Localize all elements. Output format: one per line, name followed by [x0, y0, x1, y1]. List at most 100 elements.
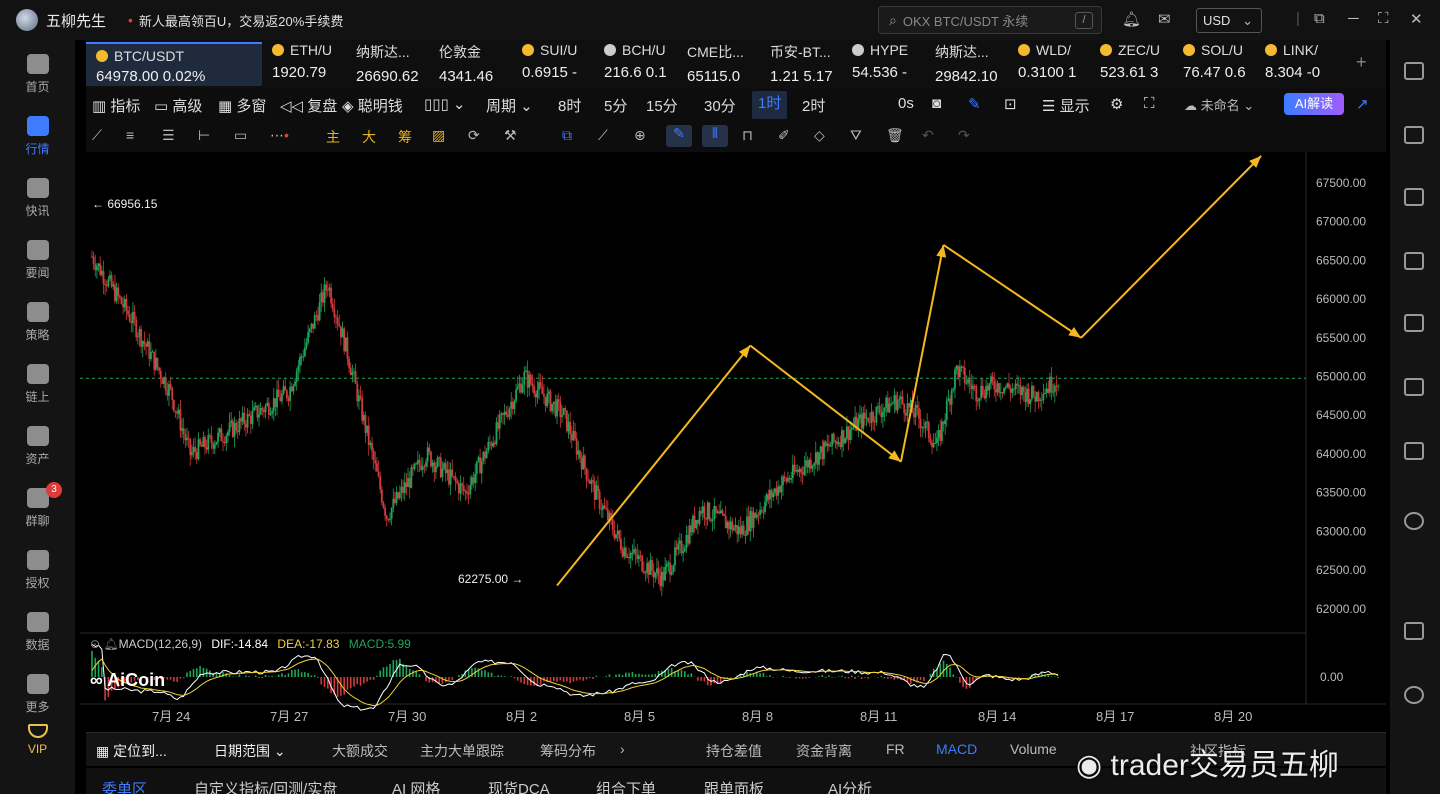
nav-news-flash[interactable]: 快讯: [0, 178, 75, 219]
ticker-item[interactable]: HYPE 54.536 -: [852, 42, 928, 86]
parallel-tool-icon[interactable]: ☰: [162, 127, 175, 144]
hline-tool-icon[interactable]: ≡: [126, 127, 134, 143]
nav-vip[interactable]: VIP: [0, 724, 75, 756]
bell-icon[interactable]: 🔔︎: [1122, 10, 1141, 28]
nav-home[interactable]: 首页: [0, 54, 75, 95]
ai-interpret-button[interactable]: AI解读: [1284, 93, 1344, 115]
edit-icon[interactable]: ✐: [778, 127, 790, 144]
tab-position-diff[interactable]: 持仓差值: [706, 741, 762, 761]
maximize-icon[interactable]: ⛶: [1378, 10, 1389, 27]
ticker-item[interactable]: 伦敦金 4341.46: [439, 42, 515, 86]
fullscreen-icon[interactable]: ⛶: [1144, 95, 1155, 112]
list-icon[interactable]: [1404, 62, 1424, 80]
ticker-item[interactable]: ETH/U 1920.79: [272, 42, 348, 86]
etf-icon[interactable]: [1404, 378, 1424, 396]
eraser-icon[interactable]: ◇: [814, 127, 825, 144]
period-1h[interactable]: 1时: [752, 91, 788, 119]
chevron-icon[interactable]: ⊙: [90, 637, 100, 651]
main-force-tool[interactable]: 主: [326, 127, 340, 147]
ticker-item[interactable]: LINK/8.304 -0: [1265, 42, 1341, 86]
minimize-icon[interactable]: ─: [1348, 10, 1359, 27]
tab-fund-divergence[interactable]: 资金背离: [796, 741, 852, 761]
settings-icon[interactable]: ⚙: [1110, 95, 1123, 113]
bell-icon[interactable]: 🔔︎: [103, 637, 118, 651]
filter-icon[interactable]: ⛛: [850, 127, 862, 144]
dollar-icon[interactable]: [1404, 188, 1424, 206]
pattern-tool-icon[interactable]: ▨: [432, 127, 445, 144]
tab-custom-indicators[interactable]: 自定义指标/回测/实盘: [194, 778, 337, 794]
copy-tool-icon[interactable]: ⧉: [562, 127, 572, 144]
headset-icon[interactable]: [1404, 686, 1424, 704]
tab-combo-order[interactable]: 组合下单: [596, 778, 656, 794]
nav-authorize[interactable]: 授权: [0, 550, 75, 591]
more-tools-icon[interactable]: ⋯•: [270, 127, 289, 144]
multi-window-button[interactable]: ▦ 多窗: [218, 95, 266, 116]
period-15m[interactable]: 15分: [646, 95, 678, 116]
draw-active-icon[interactable]: ✎: [666, 125, 692, 147]
external-window-icon[interactable]: ⧉: [1314, 10, 1325, 27]
nav-strategy[interactable]: 策略: [0, 302, 75, 343]
tab-order-area[interactable]: 委单区: [102, 778, 147, 794]
robot-icon[interactable]: [1404, 442, 1424, 460]
camera-icon[interactable]: ◙: [932, 95, 941, 112]
ruler-tool-icon[interactable]: ⟋: [598, 127, 608, 144]
rectangle-tool-icon[interactable]: ▭: [234, 127, 247, 144]
ticker-item[interactable]: SOL/U 76.47 0.6: [1183, 42, 1259, 86]
trash-icon[interactable]: 🗑︎: [886, 127, 904, 144]
ticker-item[interactable]: WLD/0.3100 1: [1018, 42, 1094, 86]
nav-onchain[interactable]: 链上: [0, 364, 75, 405]
ticker-item[interactable]: 纳斯达... 29842.10: [935, 42, 1011, 86]
ticker-item[interactable]: CME比... 65115.0: [687, 42, 763, 86]
ticker-item[interactable]: SUI/U 0.6915 -: [522, 42, 598, 86]
undo-icon[interactable]: ↶: [922, 127, 934, 144]
date-range-select[interactable]: 日期范围 ⌄: [214, 741, 286, 761]
period-30m[interactable]: 30分: [704, 95, 736, 116]
trend-icon[interactable]: [1404, 252, 1424, 270]
nav-data[interactable]: 数据: [0, 612, 75, 653]
ticker-item-btc[interactable]: BTC/USDT 64978.00 0.02%: [86, 42, 262, 86]
currency-select[interactable]: USD ⌄: [1196, 8, 1262, 33]
split-view-icon[interactable]: [1404, 622, 1424, 640]
magic-tool-icon[interactable]: ⚒: [504, 127, 517, 144]
close-icon[interactable]: ✕: [1410, 10, 1423, 28]
ticker-item[interactable]: BCH/U 216.6 0.1: [604, 42, 680, 86]
tab-ai-analysis[interactable]: AI分析: [828, 778, 872, 794]
nav-assets[interactable]: 资产: [0, 426, 75, 467]
display-button[interactable]: ☰ 显示: [1042, 95, 1090, 116]
tab-chip-distribution[interactable]: 筹码分布: [540, 741, 596, 761]
tab-funding-rate[interactable]: FR: [886, 741, 905, 757]
document-icon[interactable]: [1404, 126, 1424, 144]
zoom-tool-icon[interactable]: ⊕: [634, 127, 646, 144]
tab-main-order-tracking[interactable]: 主力大单跟踪: [420, 741, 504, 761]
redo-icon[interactable]: ↷: [958, 127, 970, 144]
nav-headlines[interactable]: 要闻: [0, 240, 75, 281]
chart-type-select[interactable]: ▯▯▯ ⌄: [424, 95, 466, 113]
nav-chat[interactable]: 群聊 3: [0, 482, 75, 529]
large-order-tool[interactable]: 大: [362, 127, 376, 147]
advanced-button[interactable]: ▭ 高级: [154, 95, 202, 116]
period-2h[interactable]: 2时: [802, 95, 825, 116]
chart-panel-icon[interactable]: [1404, 314, 1424, 332]
locate-button[interactable]: ▦ 定位到...: [96, 741, 167, 761]
smart-money-button[interactable]: ◈ 聪明钱: [342, 95, 403, 116]
sync-tool-icon[interactable]: ⟳: [468, 127, 480, 144]
tab-macd[interactable]: MACD: [936, 741, 977, 757]
nav-more[interactable]: 更多: [0, 674, 75, 715]
period-select[interactable]: 周期 ⌄: [486, 95, 533, 116]
ray-tool-icon[interactable]: ⊢: [198, 127, 210, 144]
replay-button[interactable]: ◁◁ 复盘: [280, 95, 337, 116]
ticker-item[interactable]: 币安-BT... 1.21 5.17: [770, 42, 846, 86]
mail-icon[interactable]: ✉: [1158, 10, 1171, 28]
period-8h[interactable]: 8时: [558, 95, 581, 116]
share-icon[interactable]: ↗: [1356, 95, 1369, 113]
add-ticker-icon[interactable]: +: [1356, 52, 1367, 73]
tab-spot-dca[interactable]: 现货DCA: [488, 778, 550, 794]
layout-name-select[interactable]: ☁ 未命名 ⌄: [1184, 95, 1254, 114]
magnet-icon[interactable]: ⫴: [702, 125, 728, 147]
nav-market[interactable]: 行情: [0, 116, 75, 157]
tab-ai-grid[interactable]: AI 网格: [392, 778, 440, 794]
chips-tool[interactable]: 筹: [398, 127, 412, 147]
ticker-item[interactable]: ZEC/U 523.61 3: [1100, 42, 1176, 86]
tab-volume[interactable]: Volume: [1010, 741, 1057, 757]
period-5m[interactable]: 5分: [604, 95, 627, 116]
